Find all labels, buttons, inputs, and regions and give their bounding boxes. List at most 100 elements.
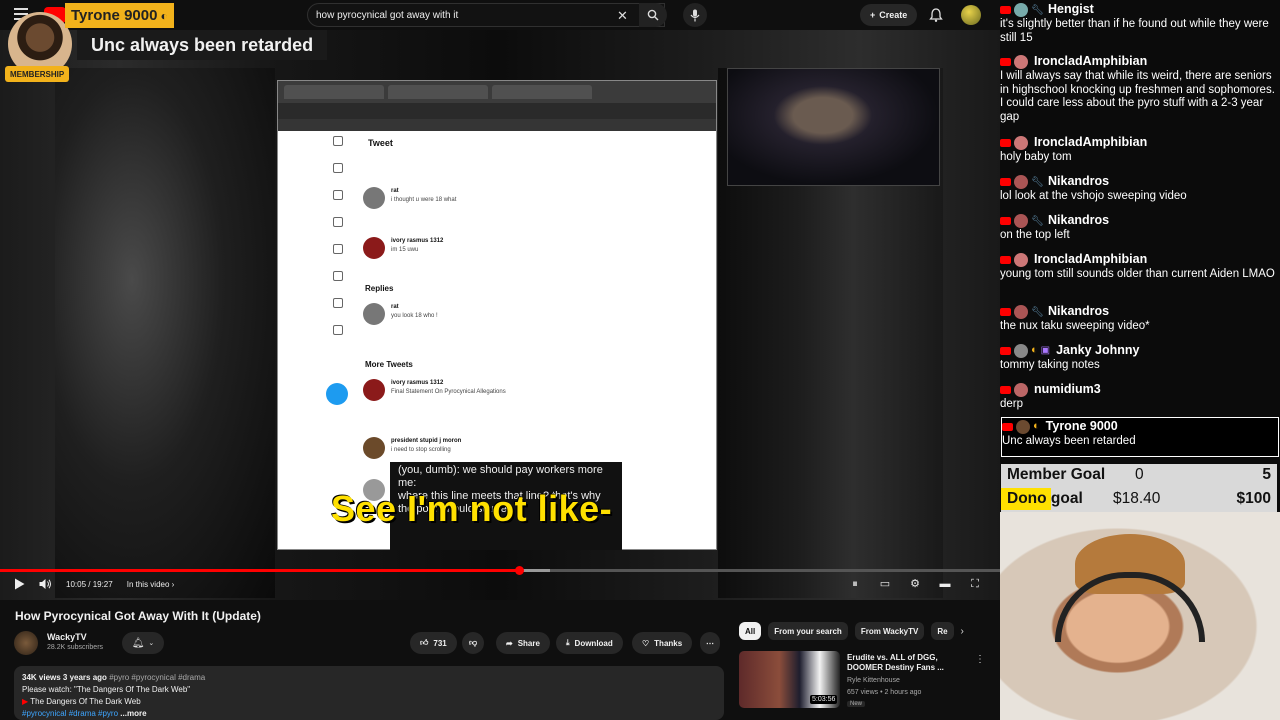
share-label: Share xyxy=(517,638,540,648)
replies-heading: Replies xyxy=(365,284,394,293)
chip-from-search[interactable]: From your search xyxy=(768,622,848,640)
progress-bar[interactable] xyxy=(0,566,1000,575)
volume-icon[interactable] xyxy=(39,578,52,590)
fullscreen-icon[interactable]: ⛶ xyxy=(968,578,982,590)
share-button[interactable]: ➦ Share xyxy=(496,632,550,654)
download-icon: ⤓ xyxy=(566,638,570,647)
avatar xyxy=(1014,383,1028,397)
avatar xyxy=(363,303,385,325)
subscriber-count: 28.2K subscribers xyxy=(47,644,104,651)
lists-icon xyxy=(333,271,343,281)
tweet-text: Final Statement On Pyrocynical Allegatio… xyxy=(391,389,506,395)
chevron-down-icon: ⌄ xyxy=(148,640,155,647)
home-icon xyxy=(333,136,343,146)
chat-username: IroncladAmphibian xyxy=(1034,252,1148,267)
video-player[interactable]: Tweet rat i thought u were 18 what ivory… xyxy=(0,30,1000,600)
search-input[interactable] xyxy=(316,9,616,21)
avatar xyxy=(363,379,385,401)
chip-all[interactable]: All xyxy=(739,622,762,640)
profile-icon xyxy=(333,298,343,308)
chip-related[interactable]: Re xyxy=(931,622,954,640)
thanks-label: Thanks xyxy=(654,638,683,648)
chip-from-channel[interactable]: From WackyTV xyxy=(854,622,925,640)
new-badge: New xyxy=(847,701,866,707)
settings-gear-icon[interactable]: ⚙ xyxy=(908,578,922,590)
youtube-icon xyxy=(1000,256,1011,264)
chevron-right-icon[interactable]: › xyxy=(961,626,964,637)
chat-message: IroncladAmphibian holy baby tom xyxy=(1000,134,1280,165)
chat-username: Nikandros xyxy=(1048,304,1110,319)
member-badge-icon: ◐ xyxy=(1031,344,1038,357)
dislike-button[interactable]: 👎︎ xyxy=(462,632,485,654)
member-name: Tyrone 9000 xyxy=(71,7,158,24)
download-button[interactable]: ⤓ Download xyxy=(556,632,623,654)
dono-label: Dono xyxy=(1007,490,1047,507)
notifications-bell-icon[interactable] xyxy=(928,7,944,23)
member-goal-label: Member Goal xyxy=(1007,466,1106,483)
channel-avatar[interactable] xyxy=(14,631,38,655)
more-tweets-heading: More Tweets xyxy=(365,360,413,369)
avatar xyxy=(1014,344,1028,358)
chat-message: 🔧︎ Nikandros the nux taku sweeping video* xyxy=(1000,303,1280,334)
chat-text: derp xyxy=(1000,398,1024,410)
chat-text: Unc always been retarded xyxy=(1002,435,1136,447)
recommended-title[interactable]: Erudite vs. ALL of DGG, DOOMER Destiny F… xyxy=(847,653,967,673)
chat-message: ◐ ▣ Janky Johnny tommy taking notes xyxy=(1000,342,1280,373)
chat-username: Nikandros xyxy=(1048,174,1110,189)
more-actions-button[interactable]: ⋯ xyxy=(700,632,720,654)
chapter-button[interactable]: In this video › xyxy=(127,580,175,589)
autoplay-toggle-icon[interactable]: ⏸ xyxy=(848,578,862,590)
progress-buffered xyxy=(520,569,550,572)
play-icon[interactable] xyxy=(14,578,25,590)
channel-name[interactable]: WackyTV xyxy=(47,632,87,642)
chat-text: the nux taku sweeping video* xyxy=(1000,320,1150,332)
tweet-text: im 15 uwu xyxy=(391,247,419,253)
recommended-video[interactable]: 5:03:56 Erudite vs. ALL of DGG, DOOMER D… xyxy=(739,651,989,711)
chat-text: tommy taking notes xyxy=(1000,359,1100,371)
search-box xyxy=(307,3,665,27)
theater-mode-icon[interactable]: ▬ xyxy=(938,578,952,590)
progress-scrubber[interactable] xyxy=(515,566,524,575)
avatar xyxy=(1014,55,1028,69)
youtube-icon xyxy=(1000,347,1011,355)
youtube-icon xyxy=(1000,178,1011,186)
youtube-icon xyxy=(1000,6,1011,14)
account-avatar[interactable] xyxy=(961,5,981,25)
chat-text: on the top left xyxy=(1000,229,1070,241)
voice-search-button[interactable] xyxy=(683,3,707,27)
subscribed-bell-button[interactable]: 🔔︎ ⌄ xyxy=(122,632,164,654)
member-badge-icon: ◐ xyxy=(160,8,168,23)
subtitles-icon[interactable]: ▭ xyxy=(878,578,892,590)
search-button[interactable] xyxy=(639,3,667,27)
chat-message: IroncladAmphibian young tom still sounds… xyxy=(1000,251,1280,282)
tweet-compose-icon xyxy=(326,383,348,405)
description-box[interactable]: 34K views 3 years ago #pyro #pyrocynical… xyxy=(14,666,724,720)
tweet-row: rat i thought u were 18 what xyxy=(363,187,623,217)
video-title: How Pyrocynical Got Away With It (Update… xyxy=(15,609,261,623)
more-vertical-icon[interactable]: ⋮ xyxy=(975,654,985,665)
chat-message: 🔧︎ Hengist it's slightly better than if h… xyxy=(1000,1,1280,45)
description-hashtags[interactable]: #pyrocynical #drama #pyro xyxy=(22,709,118,718)
avatar xyxy=(363,437,385,459)
time-display: 10:05 / 19:27 xyxy=(66,579,113,589)
create-button[interactable]: + Create xyxy=(860,4,918,26)
dono-goal-current: $18.40 xyxy=(1113,490,1161,507)
youtube-icon xyxy=(1000,308,1011,316)
chat-message: 🔧︎ Nikandros lol look at the vshojo sweep… xyxy=(1000,173,1280,204)
avatar xyxy=(363,237,385,259)
avatar xyxy=(1014,214,1028,228)
thanks-button[interactable]: ♡ Thanks xyxy=(632,632,693,654)
member-goal-target: 5 xyxy=(1262,466,1271,483)
show-more-link[interactable]: ...more xyxy=(120,709,146,718)
youtube-icon xyxy=(1000,386,1011,394)
wrench-icon: 🔧︎ xyxy=(1031,306,1044,318)
clear-search-icon[interactable]: ✕ xyxy=(617,8,628,24)
chat-message: 🔧︎ Nikandros on the top left xyxy=(1000,212,1280,243)
avatar xyxy=(1014,175,1028,189)
tweet-header: Tweet xyxy=(368,138,393,148)
avatar xyxy=(1016,420,1030,434)
red-youtube-icon: ▶ xyxy=(22,697,29,706)
description-link[interactable]: The Dangers Of The Dark Web xyxy=(30,697,140,706)
like-button[interactable]: 👍︎ 731 xyxy=(410,632,457,654)
thanks-icon: ♡ xyxy=(642,638,650,648)
